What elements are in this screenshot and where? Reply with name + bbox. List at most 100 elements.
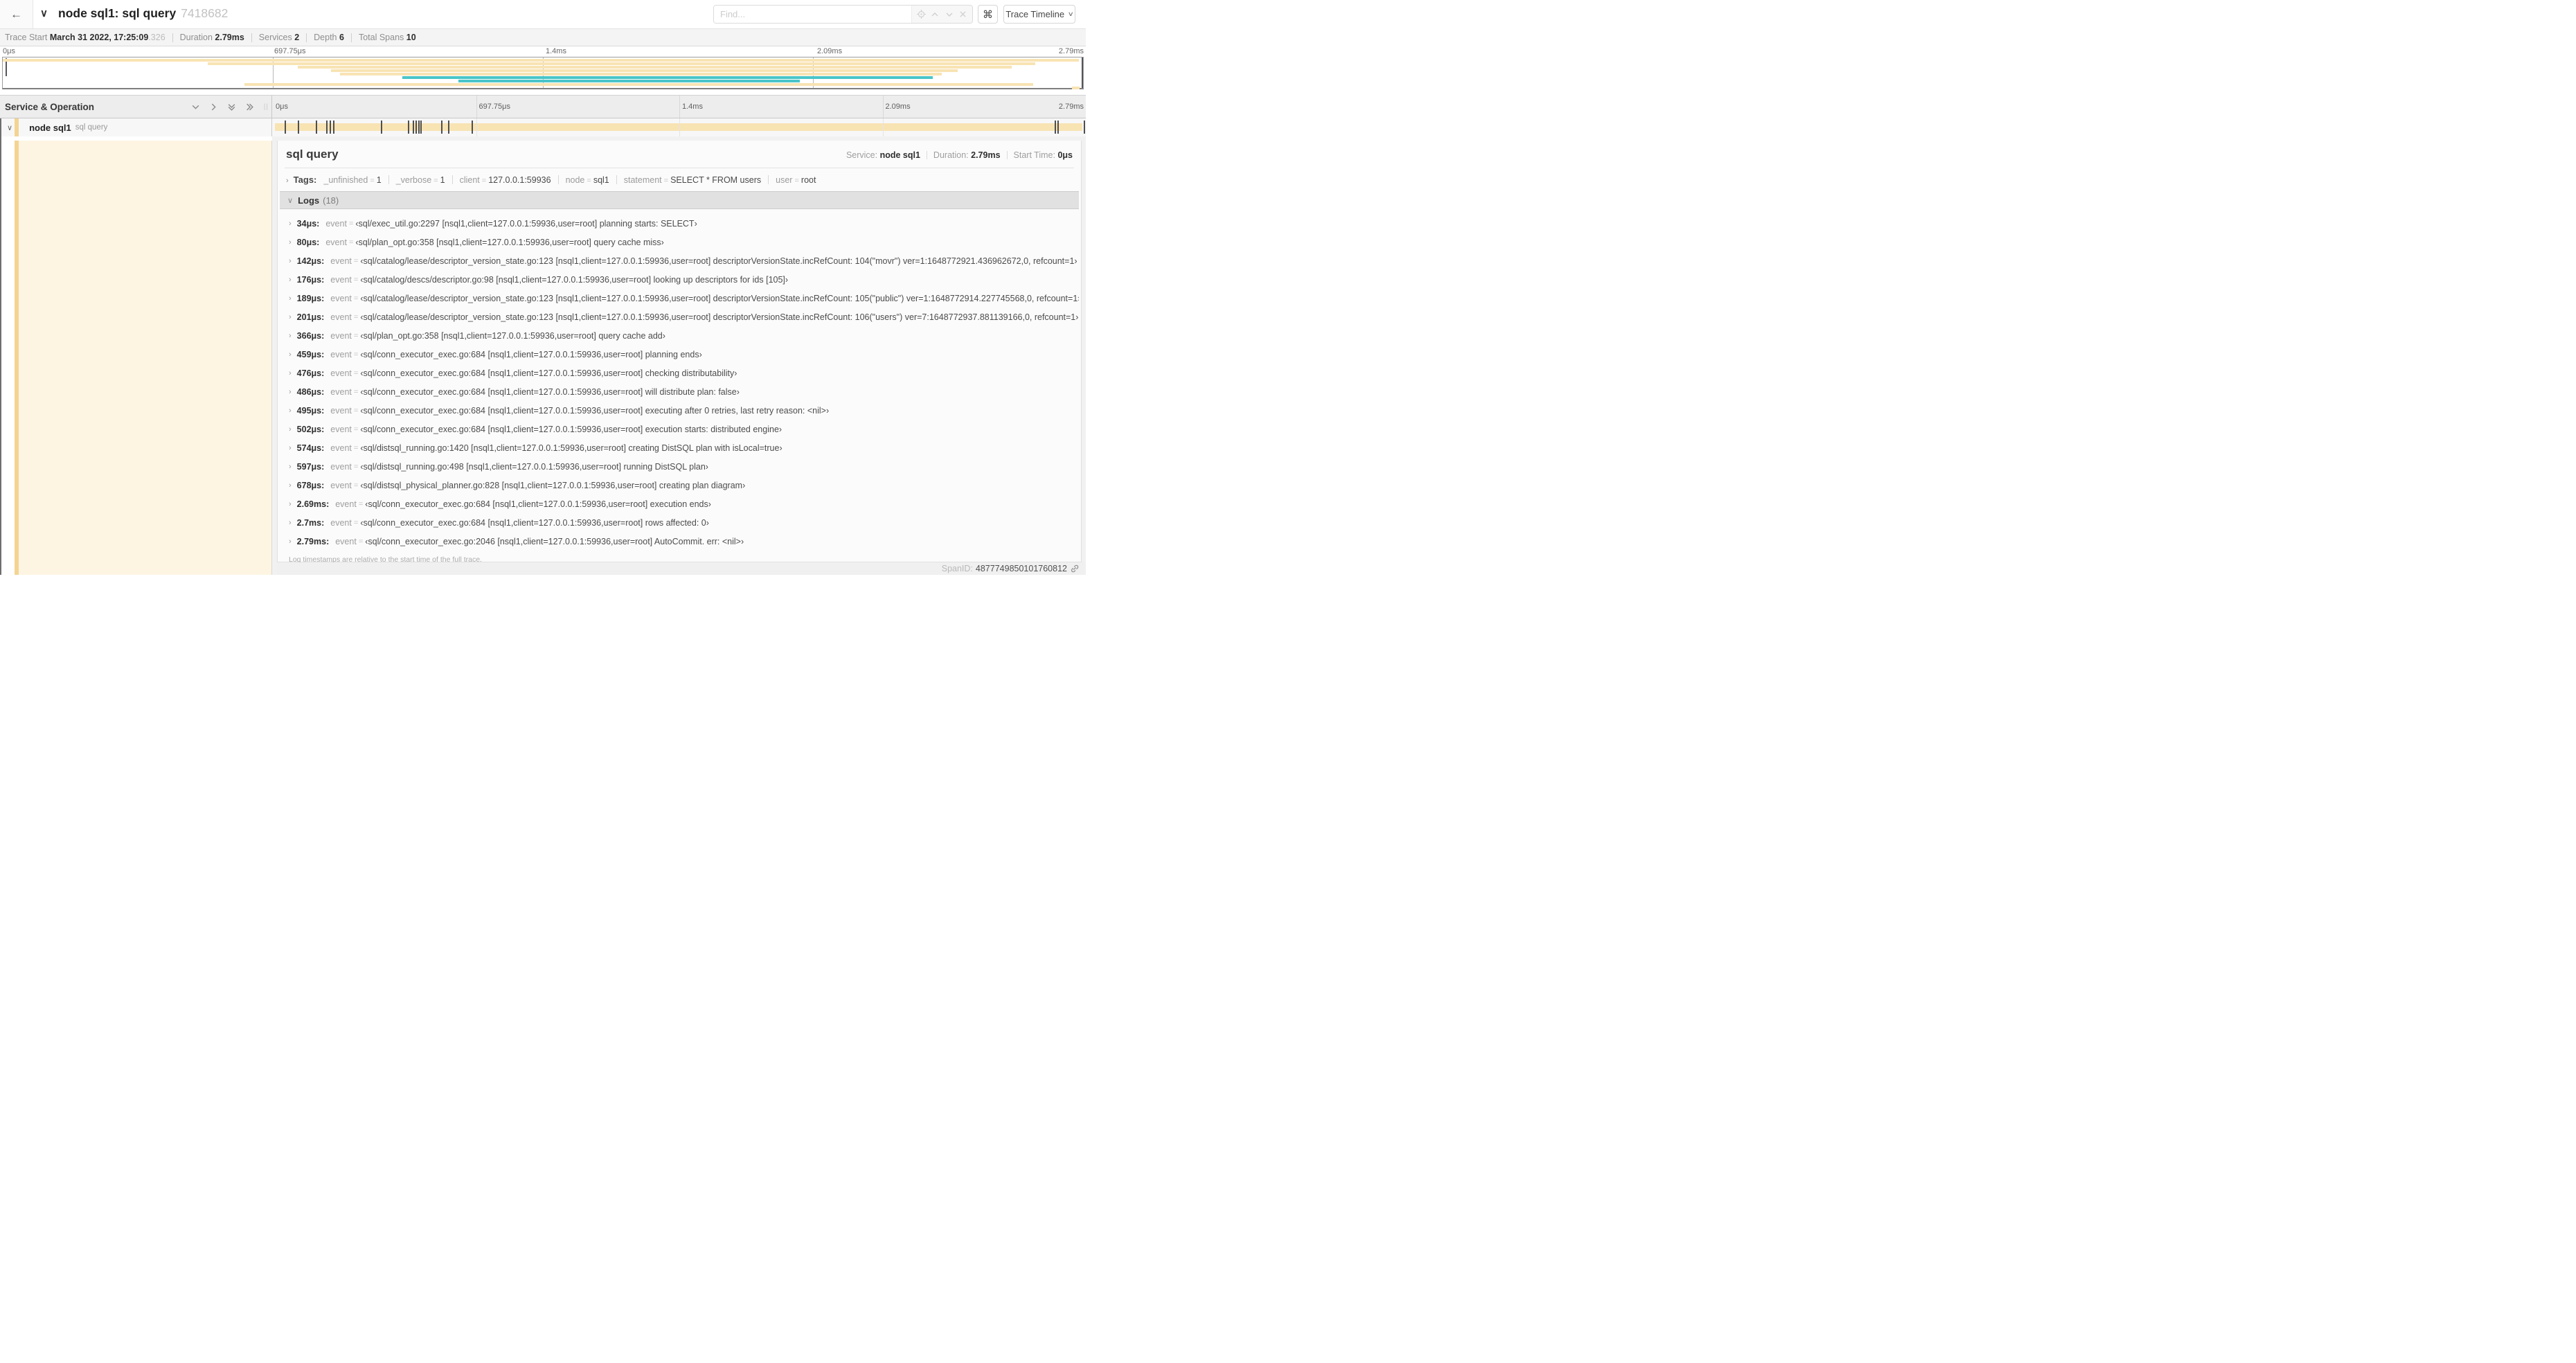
log-row[interactable]: › 574μs: event = ‹sql/distsql_running.go:142… bbox=[289, 438, 1079, 457]
log-field-key: event bbox=[335, 536, 357, 546]
log-row[interactable]: › 459μs: event = ‹sql/conn_executor_exec.go:… bbox=[289, 345, 1079, 364]
chevron-right-icon: › bbox=[289, 368, 292, 377]
log-field-value: ‹sql/conn_executor_exec.go:684 [nsql1,cl… bbox=[360, 368, 737, 378]
focus-target-icon[interactable] bbox=[916, 10, 926, 19]
tick-label: 1.4ms bbox=[546, 47, 566, 55]
log-row[interactable]: › 142μs: event = ‹sql/catalog/lease/descript… bbox=[289, 251, 1079, 270]
log-field-value: ‹sql/conn_executor_exec.go:684 [nsql1,cl… bbox=[360, 517, 709, 528]
equals-sign: = bbox=[353, 481, 359, 490]
log-row[interactable]: › 80μs: event = ‹sql/plan_opt.go:358 [nsql1,… bbox=[289, 233, 1079, 251]
stat-item: Depth 6 bbox=[314, 33, 344, 42]
log-time: 502μs: bbox=[296, 424, 325, 434]
divider bbox=[251, 33, 252, 42]
minimap-span-bar bbox=[297, 66, 1012, 69]
stat-value: March 31 2022, 17:25:09 bbox=[49, 33, 149, 42]
log-row[interactable]: › 34μs: event = ‹sql/exec_util.go:2297 [nsql… bbox=[289, 214, 1079, 233]
log-row[interactable]: › 476μs: event = ‹sql/conn_executor_exec.go:… bbox=[289, 364, 1079, 382]
chevron-down-icon[interactable]: ∨ bbox=[7, 123, 12, 132]
tag-key: _verbose bbox=[395, 175, 432, 185]
tick-label: 697.75μs bbox=[274, 47, 306, 55]
back-button[interactable]: ← bbox=[0, 0, 33, 28]
divider bbox=[768, 175, 769, 184]
log-field-key: event bbox=[325, 218, 347, 229]
span-row[interactable]: ∨ node sql1 sql query bbox=[0, 118, 1086, 136]
logs-label: Logs bbox=[298, 195, 320, 206]
divider bbox=[451, 175, 453, 184]
log-time: 597μs: bbox=[296, 461, 325, 472]
chevron-right-icon: › bbox=[289, 238, 292, 247]
expand-all-icon[interactable] bbox=[245, 103, 254, 112]
log-tick-mark bbox=[447, 121, 449, 134]
tag-key: statement bbox=[623, 175, 662, 185]
span-detail-header: sql query Service: node sql1 Duration: 2.… bbox=[278, 141, 1081, 166]
log-row[interactable]: › 189μs: event = ‹sql/catalog/lease/descript… bbox=[289, 289, 1079, 308]
collapse-one-icon[interactable] bbox=[191, 103, 200, 112]
span-detail-meta: Service: node sql1 Duration: 2.79ms Start … bbox=[846, 150, 1073, 160]
log-row[interactable]: › 2.7ms: event = ‹sql/conn_executor_exec.go:… bbox=[289, 513, 1079, 532]
deep-link-icon[interactable] bbox=[1070, 564, 1080, 573]
collapse-all-icon[interactable] bbox=[227, 103, 236, 112]
log-row[interactable]: › 2.69ms: event = ‹sql/conn_executor_exec.go… bbox=[289, 495, 1079, 513]
log-row[interactable]: › 502μs: event = ‹sql/conn_executor_exec.go:… bbox=[289, 420, 1079, 438]
log-row[interactable]: › 495μs: event = ‹sql/conn_executor_exec.go:… bbox=[289, 401, 1079, 420]
logs-box: ∨ Logs (18) › 34μs: event = ‹sql/exec_util.g… bbox=[280, 191, 1079, 564]
service-operation-header: Service & Operation || bbox=[0, 96, 272, 118]
log-field-key: event bbox=[330, 330, 352, 341]
tag-item: statement = SELECT * FROM users bbox=[624, 175, 761, 185]
timeline-minimap[interactable] bbox=[2, 57, 1084, 89]
tags-accordion[interactable]: › Tags: _unfinished = 1 _verbose = 1 client = 12… bbox=[278, 168, 1081, 190]
tags-label: Tags: bbox=[293, 175, 317, 185]
log-row[interactable]: › 597μs: event = ‹sql/distsql_running.go:498… bbox=[289, 457, 1079, 476]
log-row[interactable]: › 176μs: event = ‹sql/catalog/descs/descript… bbox=[289, 270, 1079, 289]
find-input[interactable] bbox=[714, 6, 911, 23]
span-bar-cell[interactable] bbox=[273, 118, 1086, 136]
minimap-span-bar bbox=[339, 73, 942, 75]
log-field-value: ‹sql/conn_executor_exec.go:684 [nsql1,cl… bbox=[360, 424, 782, 434]
equals-sign: = bbox=[353, 518, 359, 527]
gridline bbox=[882, 96, 884, 118]
clear-find-icon[interactable] bbox=[958, 10, 968, 19]
log-row[interactable]: › 486μs: event = ‹sql/conn_executor_exec.go:… bbox=[289, 382, 1079, 401]
log-tick-mark bbox=[413, 121, 415, 134]
equals-sign: = bbox=[353, 462, 359, 471]
log-row[interactable]: › 201μs: event = ‹sql/catalog/lease/descript… bbox=[289, 308, 1079, 326]
divider bbox=[350, 33, 352, 42]
stat-label: Services bbox=[258, 33, 295, 42]
stat-label: Duration bbox=[179, 33, 215, 42]
chevron-right-icon: › bbox=[289, 294, 292, 303]
span-name-cell[interactable]: ∨ node sql1 sql query bbox=[0, 118, 272, 136]
logs-accordion-header[interactable]: ∨ Logs (18) bbox=[280, 191, 1079, 209]
log-field-key: event bbox=[325, 237, 347, 247]
timeline-ruler: 0μs 697.75μs 1.4ms 2.09ms 2.79ms bbox=[273, 96, 1086, 118]
equals-sign: = bbox=[353, 256, 359, 265]
view-selector-button[interactable]: Trace Timeline ∨ bbox=[1003, 5, 1075, 24]
meta-value: 0μs bbox=[1057, 150, 1073, 160]
minimap-right-drag-handle[interactable] bbox=[1082, 57, 1083, 88]
tick-label: 697.75μs bbox=[478, 103, 510, 111]
log-field-key: event bbox=[335, 499, 357, 509]
meta-item: Start Time: 0μs bbox=[1014, 150, 1073, 160]
log-row[interactable]: › 2.79ms: event = ‹sql/conn_executor_exec.go… bbox=[289, 532, 1079, 551]
span-duration-bar[interactable] bbox=[275, 123, 1082, 131]
log-row[interactable]: › 366μs: event = ‹sql/plan_opt.go:358 [nsql1… bbox=[289, 326, 1079, 345]
prev-result-icon[interactable] bbox=[930, 10, 940, 19]
log-tick-mark bbox=[1057, 121, 1059, 134]
keyboard-shortcuts-button[interactable]: ⌘ bbox=[978, 5, 998, 24]
column-resize-grip[interactable]: || bbox=[264, 103, 269, 111]
expand-one-icon[interactable] bbox=[209, 103, 218, 112]
log-time: 189μs: bbox=[296, 293, 325, 303]
equals-sign: = bbox=[353, 331, 359, 340]
log-row[interactable]: › 678μs: event = ‹sql/distsql_physical_plann… bbox=[289, 476, 1079, 495]
log-time: 2.69ms: bbox=[296, 499, 330, 509]
next-result-icon[interactable] bbox=[945, 10, 954, 19]
trace-collapse-caret-icon[interactable]: ∨ bbox=[40, 7, 48, 19]
minimap-span-bar bbox=[1072, 87, 1080, 89]
tag-value: root bbox=[800, 175, 816, 185]
stat-item: Services 2 bbox=[259, 33, 299, 42]
log-tick-mark bbox=[441, 121, 443, 134]
chevron-right-icon: › bbox=[289, 518, 292, 527]
equals-sign: = bbox=[353, 294, 359, 303]
log-field-key: event bbox=[330, 368, 352, 378]
chevron-right-icon: › bbox=[289, 406, 292, 415]
log-time: 366μs: bbox=[296, 330, 325, 341]
